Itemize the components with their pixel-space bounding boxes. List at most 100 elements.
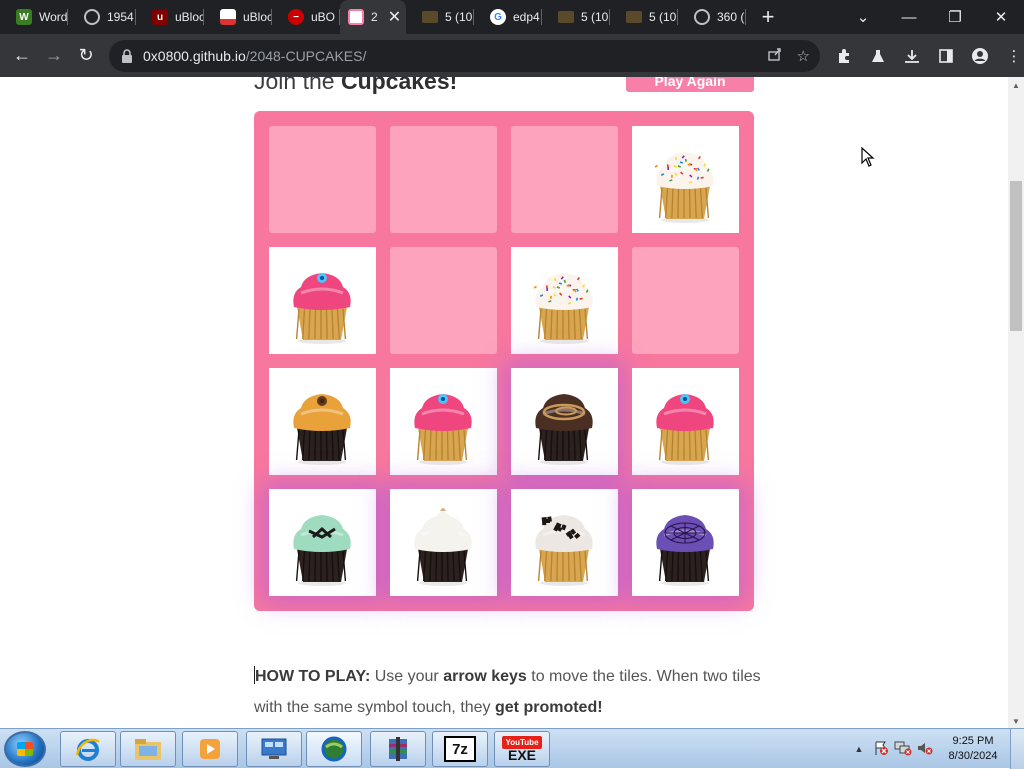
new-tab-button[interactable]: + [752,0,784,34]
empty-cell [269,126,376,233]
scroll-up-arrow-icon[interactable]: ▲ [1012,81,1020,90]
network-status-icon[interactable] [892,740,914,759]
vertical-scrollbar[interactable]: ▲ ▼ [1008,77,1024,728]
tab-4[interactable]: − uBO [272,0,340,34]
pink-frosted-cupcake-icon [632,368,739,475]
howto-label: HOW TO PLAY: [255,668,371,685]
heading-prefix: Join the [254,77,341,94]
cupcake-tile-caramel [269,368,376,475]
folder-icon [422,11,438,23]
cupcake-tile-vanilla-sprinkles [511,247,618,354]
cupcake-tile-mint-chocolate [269,489,376,596]
tab-label: 2 [371,10,378,24]
tab-3[interactable]: uBloc [204,0,272,34]
tab-0[interactable]: W Word [0,0,68,34]
tray-expand-icon[interactable]: ▲ [848,744,870,754]
globe-icon [84,9,100,25]
tab-label: uBloc [243,10,272,24]
tab-label: 5 (10 [581,10,609,24]
close-window-button[interactable]: ✕ [978,0,1024,34]
tab-label: uBloc [175,10,204,24]
game-board[interactable] [254,111,754,611]
taskbar-clock[interactable]: 9:25 PM 8/30/2024 [936,734,1010,764]
vanilla-sprinkles-cupcake-icon [632,126,739,233]
tab-search-chevron-icon[interactable]: ⌄ [840,0,886,34]
forward-button[interactable]: → [38,40,70,72]
clock-date: 8/30/2024 [948,750,998,762]
vanilla-sprinkles-cupcake-icon [511,247,618,354]
empty-cell [390,126,497,233]
close-tab-icon[interactable]: ✕ [388,7,401,27]
folder-icon [558,11,574,23]
taskbar-globe-app-icon[interactable] [306,731,362,767]
side-panel-icon[interactable] [930,40,962,72]
lock-icon[interactable] [121,49,135,63]
tab-7[interactable]: Gedp4 [474,0,542,34]
taskbar-winrar-icon[interactable] [370,731,426,767]
back-button[interactable]: ← [6,40,38,72]
tab-8[interactable]: 5 (10 [542,0,610,34]
scroll-down-arrow-icon[interactable]: ▼ [1012,717,1020,726]
image-icon [220,9,236,25]
empty-cell [511,126,618,233]
cupcake-tile-chocolate-swirl [511,368,618,475]
flask-icon[interactable] [862,40,894,72]
purple-web-cupcake-icon [632,489,739,596]
volume-muted-icon[interactable] [914,740,936,759]
taskbar-7z-icon[interactable]: 7z [432,731,488,767]
url-path: /2048-CUPCAKES/ [245,48,367,64]
tab-1[interactable]: 1954 [68,0,136,34]
profile-avatar-icon[interactable] [964,40,996,72]
cupcake-tile-purple-web [632,489,739,596]
minimize-button[interactable]: — [886,0,932,34]
taskbar-network-icon[interactable] [246,731,302,767]
url-host: 0x0800.github.io [143,48,246,64]
scroll-thumb[interactable] [1010,181,1022,331]
taskbar-youtube-exe-icon[interactable]: YouTube EXE [494,731,550,767]
start-button[interactable] [4,731,46,767]
share-icon[interactable] [767,46,783,66]
action-center-flag-icon[interactable] [870,740,892,759]
tab-10[interactable]: 360 ( [678,0,746,34]
heading-bold: Cupcakes! [340,77,458,94]
tab-9[interactable]: 5 (10 [610,0,678,34]
tab-list: W Word 1954 u uBloc uBloc − uBO 2 ✕ 5 (10 Gedp4 5 (1… [0,0,746,34]
play-again-button[interactable]: Play Again [626,77,754,92]
restore-button[interactable]: ❐ [932,0,978,34]
folder-icon [626,11,642,23]
tab-label: 360 ( [717,10,745,24]
word-icon: W [16,9,32,25]
taskbar-explorer-icon[interactable] [120,731,176,767]
more-menu-icon[interactable]: ⋮ [998,40,1024,72]
ublock-blocked-icon: − [288,9,304,25]
reload-button[interactable]: ↻ [70,40,102,72]
tab-2[interactable]: u uBloc [136,0,204,34]
address-bar[interactable]: 0x0800.github.io/2048-CUPCAKES/ ☆ [109,40,820,72]
mouse-pointer-icon [861,146,875,172]
extensions-puzzle-icon[interactable] [828,40,860,72]
meringue-cupcake-icon [390,489,497,596]
bookmark-star-icon[interactable]: ☆ [797,47,810,65]
taskbar-ie-icon[interactable] [60,731,116,767]
page-heading: Join the Cupcakes! [254,77,457,95]
taskbar-media-player-icon[interactable] [182,731,238,767]
show-desktop-button[interactable] [1010,729,1024,769]
pink-frosted-cupcake-icon [390,368,497,475]
tab-label: 1954 [107,10,134,24]
empty-cell [390,247,497,354]
clock-time: 9:25 PM [952,735,994,747]
page-viewport: Join the Cupcakes! Play Again HOW TO PLA… [0,77,1008,728]
google-icon: G [490,9,506,25]
cupcake-tile-vanilla-sprinkles [632,126,739,233]
empty-cell [632,247,739,354]
system-tray: ▲ 9:25 PM 8/30/2024 [848,729,1024,769]
ublock-icon: u [152,9,168,25]
tab-6[interactable]: 5 (10 [406,0,474,34]
tab-label: 5 (10 [649,10,677,24]
tab-separator [745,9,746,25]
tab-5[interactable]: 2 ✕ [340,0,406,34]
howto-arrow-keys: arrow keys [443,668,527,685]
chocolate-swirl-cupcake-icon [511,368,618,475]
tab-label: edp4 [513,10,540,24]
download-icon[interactable] [896,40,928,72]
